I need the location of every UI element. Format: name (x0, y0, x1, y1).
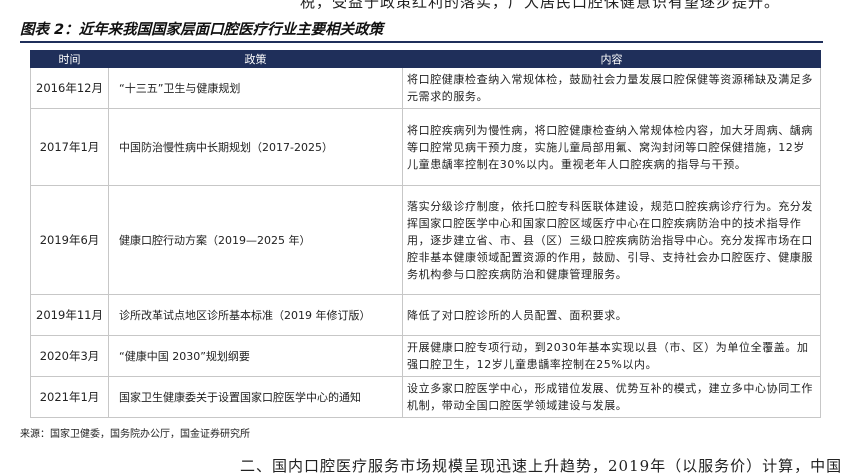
bottom-partial-paragraph: 二、国内口腔医疗服务市场规模呈现迅速上升趋势，2019年（以服务价）计算，中国口 (240, 457, 843, 475)
table-row: 2017年1月 中国防治慢性病中长期规划（2017-2025） 将口腔疾病列为慢… (30, 108, 821, 186)
table-row: 2020年3月 “健康中国 2030”规划纲要 开展健康口腔专项行动，到2030… (30, 335, 821, 377)
row-time: 2017年1月 (30, 108, 109, 186)
row-policy: 健康口腔行动方案（2019—2025 年） (108, 185, 403, 295)
policy-table: 时间 政策 内容 2016年12月 “十三五”卫生与健康规划 将口腔健康检查纳入… (30, 50, 821, 418)
table-row: 2019年6月 健康口腔行动方案（2019—2025 年） 落实分级诊疗制度，依… (30, 185, 821, 295)
row-policy: “健康中国 2030”规划纲要 (108, 335, 403, 377)
row-policy: 国家卫生健康委关于设置国家口腔医学中心的通知 (108, 376, 403, 418)
row-policy: 诊所改革试点地区诊所基本标准（2019 年修订版） (108, 294, 403, 336)
row-content: 将口腔健康检查纳入常规体检，鼓励社会力量发展口腔保健等资源稀缺及满足多元需求的服… (402, 67, 821, 109)
row-content: 将口腔疾病列为慢性病，将口腔健康检查纳入常规体检内容，加大牙周病、龋病等口腔常见… (402, 108, 821, 186)
row-content: 降低了对口腔诊所的人员配置、面积要求。 (402, 294, 821, 336)
table-row: 2016年12月 “十三五”卫生与健康规划 将口腔健康检查纳入常规体检，鼓励社会… (30, 67, 821, 109)
source-note: 来源：国家卫健委，国务院办公厅，国金证券研究所 (20, 429, 250, 440)
row-time: 2019年6月 (30, 185, 109, 295)
header-content: 内容 (402, 50, 821, 68)
figure-caption: 图表 2：近年来我国国家层面口腔医疗行业主要相关政策 (20, 22, 384, 38)
row-time: 2020年3月 (30, 335, 109, 377)
table-row: 2019年11月 诊所改革试点地区诊所基本标准（2019 年修订版） 降低了对口… (30, 294, 821, 336)
row-policy: 中国防治慢性病中长期规划（2017-2025） (108, 108, 403, 186)
header-time: 时间 (30, 50, 109, 68)
row-policy: “十三五”卫生与健康规划 (108, 67, 403, 109)
row-content: 开展健康口腔专项行动，到2030年基本实现以县（市、区）为单位全覆盖。加强口腔卫… (402, 335, 821, 377)
row-time: 2016年12月 (30, 67, 109, 109)
caption-rule (20, 41, 823, 43)
table-header-row: 时间 政策 内容 (30, 50, 821, 68)
top-partial-paragraph: 税，受益于政策红利的落实，广大居民口腔保健意识有望逐步提升。 (300, 0, 781, 11)
row-time: 2021年1月 (30, 376, 109, 418)
table-row: 2021年1月 国家卫生健康委关于设置国家口腔医学中心的通知 设立多家口腔医学中… (30, 376, 821, 418)
header-policy: 政策 (108, 50, 403, 68)
row-content: 设立多家口腔医学中心，形成错位发展、优势互补的模式，建立多中心协同工作机制，带动… (402, 376, 821, 418)
row-time: 2019年11月 (30, 294, 109, 336)
row-content: 落实分级诊疗制度，依托口腔专科医联体建设，规范口腔疾病诊疗行为。充分发挥国家口腔… (402, 185, 821, 295)
